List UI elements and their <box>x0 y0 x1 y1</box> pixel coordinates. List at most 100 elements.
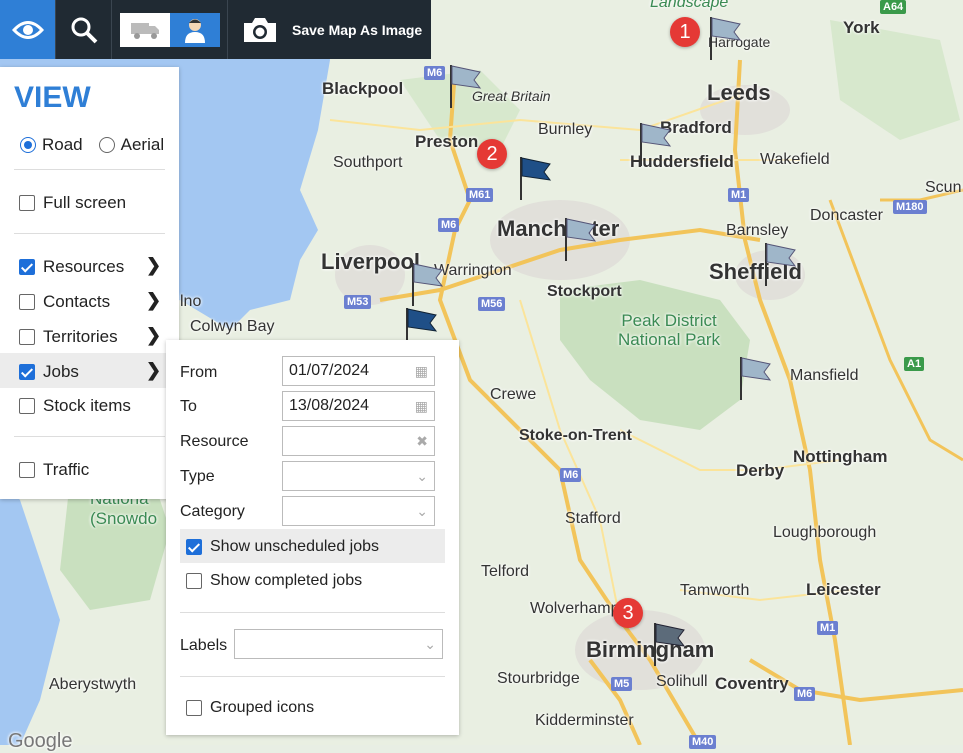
search-button[interactable] <box>56 0 112 59</box>
job-flag-icon[interactable] <box>636 118 676 168</box>
chevron-right-icon[interactable]: ❯ <box>146 255 161 276</box>
divider <box>180 676 445 677</box>
map-label-york: York <box>843 18 880 37</box>
map-marker-1[interactable]: 1 <box>670 17 700 47</box>
from-date-field[interactable]: 01/07/2024 ▦ <box>282 356 435 386</box>
resource-toggle[interactable] <box>112 0 228 59</box>
job-flag-icon[interactable] <box>736 352 776 402</box>
calendar-icon[interactable]: ▦ <box>415 363 428 380</box>
type-label: Type <box>180 468 215 485</box>
to-label: To <box>180 398 197 415</box>
job-flag-icon[interactable] <box>706 12 746 62</box>
stock-items-label: Stock items <box>43 396 131 415</box>
from-label: From <box>180 364 218 381</box>
map-label-loughborough: Loughborough <box>773 524 877 541</box>
layer-stock-items[interactable]: Stock items <box>19 396 131 416</box>
layer-jobs[interactable]: Jobs <box>19 362 79 382</box>
traffic-option[interactable]: Traffic <box>19 460 89 480</box>
territories-checkbox[interactable] <box>19 329 35 345</box>
map-label-telford: Telford <box>481 563 530 580</box>
jobs-checkbox[interactable] <box>19 364 35 380</box>
job-flag-icon[interactable] <box>516 152 556 202</box>
labels-select[interactable]: ⌄ <box>234 629 443 659</box>
map-label-doncaster: Doncaster <box>810 207 883 224</box>
map-label-stockport: Stockport <box>547 283 622 300</box>
show-unscheduled-option[interactable]: Show unscheduled jobs <box>186 538 379 556</box>
road-shield-m40: M40 <box>689 735 717 749</box>
grouped-icons-label: Grouped icons <box>210 699 315 716</box>
view-panel: VIEW Road Aerial Full screen Resources ❯… <box>0 67 179 499</box>
contacts-checkbox[interactable] <box>19 294 35 310</box>
type-select[interactable]: ⌄ <box>282 461 435 491</box>
panel-title: VIEW <box>14 81 91 114</box>
view-button[interactable] <box>0 0 56 59</box>
road-shield-m6: M6 <box>424 66 446 80</box>
chevron-down-icon: ⌄ <box>416 503 428 519</box>
vehicle-toggle[interactable] <box>119 12 170 47</box>
save-map-button[interactable]: Save Map As Image <box>228 0 431 59</box>
road-radio[interactable] <box>20 137 36 153</box>
full-screen-option[interactable]: Full screen <box>19 193 126 213</box>
divider <box>14 169 165 170</box>
clear-icon[interactable]: ✖ <box>416 433 428 450</box>
road-shield-m6: M6 <box>560 468 582 482</box>
map-label-llandudno: lno <box>180 293 202 310</box>
map-label-peak-district: Peak District National Park <box>618 311 721 349</box>
person-toggle[interactable] <box>169 12 220 47</box>
category-select[interactable]: ⌄ <box>282 496 435 526</box>
full-screen-checkbox[interactable] <box>19 195 35 211</box>
map-label-stafford: Stafford <box>565 510 621 527</box>
full-screen-label: Full screen <box>43 193 127 212</box>
google-logo: Google <box>8 730 73 752</box>
map-label-mansfield: Mansfield <box>790 367 859 384</box>
map-label-liverpool: Liverpool <box>321 249 421 274</box>
map-label-colwyn-bay: Colwyn Bay <box>190 318 275 335</box>
map-label-tamworth: Tamworth <box>680 582 750 599</box>
job-flag-icon[interactable] <box>650 618 690 668</box>
job-flag-icon[interactable] <box>446 60 486 110</box>
from-date-value: 01/07/2024 <box>289 362 370 379</box>
chevron-right-icon[interactable]: ❯ <box>146 290 161 311</box>
aerial-radio[interactable] <box>98 137 115 153</box>
map-label-blackpool: Blackpool <box>322 79 404 98</box>
road-shield-a1: A1 <box>904 357 925 371</box>
to-date-field[interactable]: 13/08/2024 ▦ <box>282 391 435 421</box>
show-completed-checkbox[interactable] <box>186 573 202 589</box>
territories-label: Territories <box>43 327 118 346</box>
road-shield-m6: M6 <box>794 687 816 701</box>
map-toolbar: Save Map As Image <box>0 0 431 59</box>
map-marker-2[interactable]: 2 <box>477 139 507 169</box>
chevron-right-icon[interactable]: ❯ <box>146 325 161 346</box>
road-shield-a64: A64 <box>880 0 907 14</box>
job-flag-icon[interactable] <box>561 213 601 263</box>
resource-field[interactable]: ✖ <box>282 426 435 456</box>
show-unscheduled-checkbox[interactable] <box>186 539 202 555</box>
contacts-label: Contacts <box>43 292 111 311</box>
layer-contacts[interactable]: Contacts <box>19 292 110 312</box>
resources-checkbox[interactable] <box>19 259 35 275</box>
calendar-icon[interactable]: ▦ <box>415 398 428 415</box>
layer-resources[interactable]: Resources <box>19 257 124 277</box>
chevron-right-icon[interactable]: ❯ <box>146 360 161 381</box>
job-flag-icon[interactable] <box>761 238 801 288</box>
map-label-landscape: Landscape <box>650 0 729 11</box>
show-completed-label: Show completed jobs <box>210 572 363 589</box>
grouped-icons-checkbox[interactable] <box>186 700 202 716</box>
stock-items-checkbox[interactable] <box>19 398 35 414</box>
search-icon <box>71 17 97 43</box>
jobs-filter-panel: From 01/07/2024 ▦ To 13/08/2024 ▦ Resour… <box>166 340 459 735</box>
traffic-checkbox[interactable] <box>19 462 35 478</box>
map-marker-3[interactable]: 3 <box>613 598 643 628</box>
labels-label: Labels <box>180 637 228 654</box>
show-completed-option[interactable]: Show completed jobs <box>186 572 362 590</box>
map-label-kidderminster: Kidderminster <box>535 712 634 729</box>
map-label-stoke: Stoke-on-Trent <box>519 427 632 444</box>
job-flag-icon[interactable] <box>408 258 448 308</box>
map-label-scunthorpe: Scun <box>925 179 962 196</box>
layer-territories[interactable]: Territories <box>19 327 118 347</box>
grouped-icons-option[interactable]: Grouped icons <box>186 699 314 717</box>
road-shield-m1: M1 <box>728 188 750 202</box>
aerial-label: Aerial <box>120 135 165 154</box>
camera-icon <box>244 17 276 42</box>
map-label-preston: Preston <box>415 132 479 151</box>
